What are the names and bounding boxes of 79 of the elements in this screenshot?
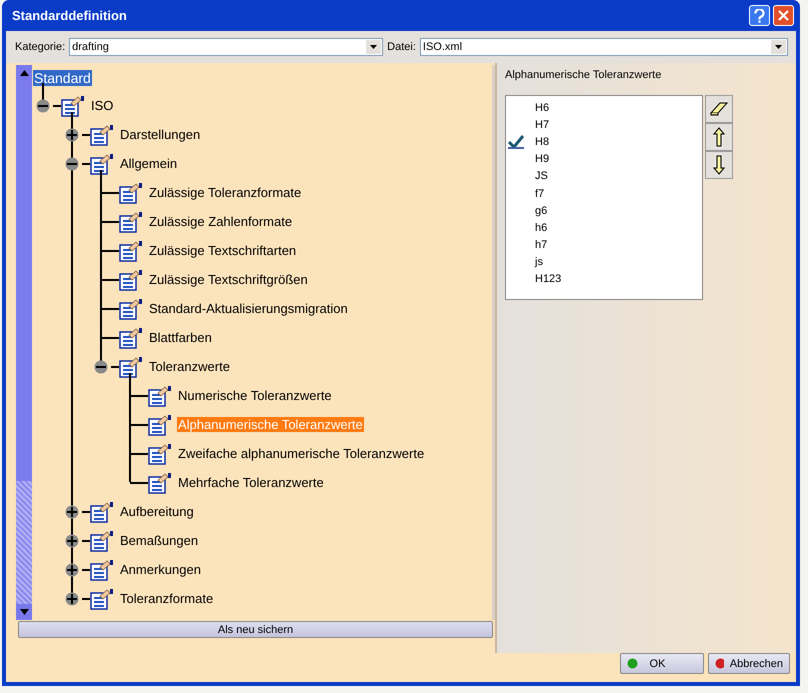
- file-label: Datei:: [387, 41, 416, 53]
- document-icon: [90, 558, 114, 580]
- list-item[interactable]: h7: [535, 239, 548, 252]
- tree-item[interactable]: Darstellungen: [119, 127, 202, 142]
- eraser-button[interactable]: [705, 95, 733, 123]
- document-icon: [119, 210, 143, 232]
- tree-item[interactable]: Mehrfache Toleranzwerte: [177, 475, 325, 490]
- document-icon: [90, 530, 114, 552]
- tree-item[interactable]: Toleranzwerte: [148, 359, 231, 374]
- tree-item[interactable]: Zulässige Textschriftarten: [148, 243, 298, 258]
- window-title: Standarddefinition: [12, 8, 127, 23]
- scroll-up-icon[interactable]: [20, 70, 28, 76]
- document-icon: [148, 472, 172, 494]
- collapse-icon[interactable]: [36, 98, 50, 112]
- list-item[interactable]: H6: [535, 102, 550, 114]
- status-dot-icon: [627, 658, 638, 669]
- tree-item[interactable]: Allgemein: [119, 156, 178, 171]
- arrow-up-icon: [713, 127, 725, 147]
- close-button[interactable]: [773, 5, 794, 26]
- document-icon: [119, 326, 143, 348]
- list-item[interactable]: H9: [535, 153, 550, 166]
- document-icon: [90, 124, 114, 146]
- expand-icon[interactable]: [65, 504, 79, 518]
- document-icon: [119, 356, 143, 378]
- tree-root[interactable]: Standard: [33, 70, 92, 86]
- tree-item[interactable]: Zulässige Toleranzformate: [148, 185, 302, 200]
- list-item[interactable]: JS: [535, 170, 548, 182]
- cancel-button[interactable]: Abbrechen: [708, 653, 790, 674]
- expand-icon[interactable]: [65, 128, 79, 142]
- file-dropdown[interactable]: ISO.xml: [420, 38, 788, 56]
- document-icon: [119, 268, 143, 290]
- tree-item[interactable]: Blattfarben: [148, 330, 213, 345]
- category-dropdown[interactable]: drafting: [69, 38, 384, 56]
- list-item[interactable]: js: [535, 256, 543, 268]
- list-item[interactable]: f7: [535, 188, 544, 200]
- help-button[interactable]: [749, 5, 770, 26]
- tree-item[interactable]: Bemaßungen: [119, 533, 200, 548]
- tree-item[interactable]: Zweifache alphanumerische Toleranzwerte: [177, 446, 426, 461]
- list-item[interactable]: H7: [535, 118, 550, 131]
- tree-item[interactable]: Standard-Aktualisierungsmigration: [148, 301, 349, 316]
- document-icon: [90, 588, 114, 610]
- document-icon: [119, 182, 143, 204]
- tree-item[interactable]: ISO: [90, 98, 114, 113]
- document-icon: [61, 94, 85, 116]
- move-down-button[interactable]: [705, 151, 733, 179]
- tree-item[interactable]: Zulässige Zahlenformate: [148, 214, 294, 229]
- list-item[interactable]: h6: [535, 222, 548, 234]
- scrollbar[interactable]: [16, 65, 32, 620]
- close-icon: [778, 10, 789, 21]
- list-item[interactable]: H8: [535, 136, 550, 148]
- scroll-down-icon[interactable]: [20, 609, 28, 615]
- collapse-icon[interactable]: [65, 156, 79, 170]
- document-icon: [90, 152, 114, 174]
- eraser-icon: [709, 101, 729, 117]
- tree-item[interactable]: Toleranzformate: [119, 591, 214, 606]
- tree-item[interactable]: Aufbereitung: [119, 504, 195, 519]
- document-icon: [148, 384, 172, 406]
- document-icon: [90, 500, 114, 522]
- move-up-button[interactable]: [705, 123, 733, 151]
- expand-icon[interactable]: [65, 562, 79, 576]
- document-icon: [119, 298, 143, 320]
- ok-button[interactable]: OK: [620, 653, 704, 674]
- tree-item[interactable]: Numerische Toleranzwerte: [177, 388, 333, 403]
- arrow-down-icon: [713, 155, 725, 175]
- tree-item[interactable]: Anmerkungen: [119, 562, 202, 577]
- expand-icon[interactable]: [65, 592, 79, 606]
- document-icon: [148, 442, 172, 464]
- save-as-new-button[interactable]: Als neu sichern: [18, 621, 493, 638]
- document-icon: [148, 414, 172, 436]
- panel-title: Alphanumerische Toleranzwerte: [505, 69, 662, 81]
- category-label: Kategorie:: [15, 41, 66, 53]
- list-item[interactable]: H123: [535, 273, 562, 286]
- tree-item[interactable]: Zulässige Textschriftgrößen: [148, 272, 309, 287]
- collapse-icon[interactable]: [94, 360, 108, 374]
- list-item[interactable]: g6: [535, 204, 548, 217]
- expand-icon[interactable]: [65, 534, 79, 548]
- document-icon: [119, 240, 143, 262]
- question-mark-icon: [754, 8, 765, 22]
- value-list[interactable]: H6 H7 H8 H9 JS f7 g6 h6 h7 js H123: [505, 95, 703, 300]
